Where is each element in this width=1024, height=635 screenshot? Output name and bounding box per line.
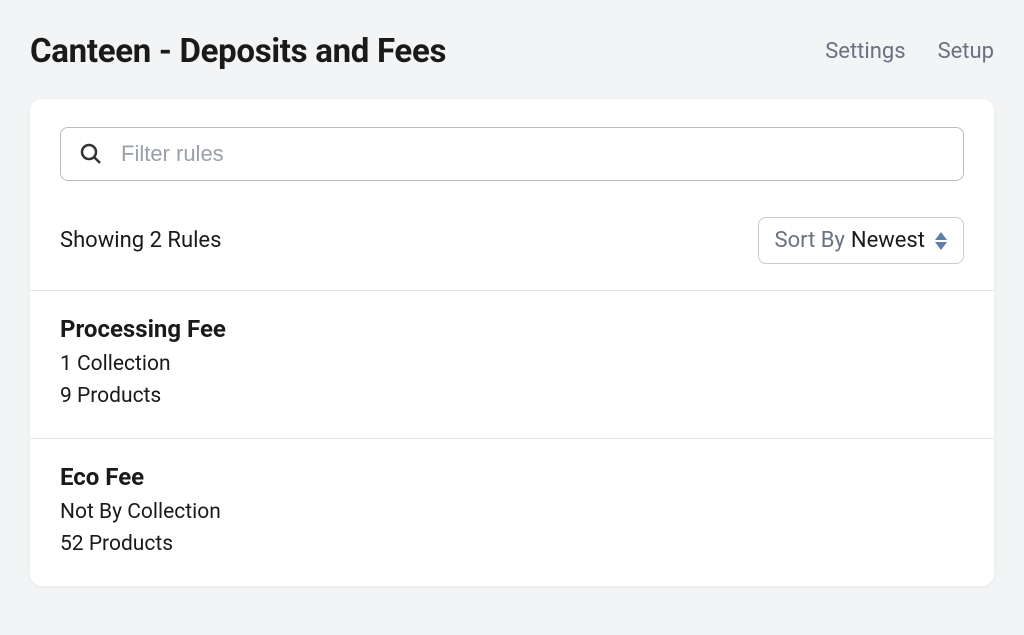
rule-products-count: 9 Products	[60, 381, 964, 413]
rules-card: Showing 2 Rules Sort By Newest Processin…	[30, 99, 994, 586]
rule-item[interactable]: Eco Fee Not By Collection 52 Products	[30, 438, 994, 586]
rule-title: Eco Fee	[60, 463, 964, 491]
header-actions: Settings Setup	[825, 39, 994, 64]
setup-link[interactable]: Setup	[938, 39, 994, 64]
rule-collection-count: Not By Collection	[60, 497, 964, 529]
rule-products-count: 52 Products	[60, 529, 964, 561]
settings-link[interactable]: Settings	[825, 39, 905, 64]
search-icon	[79, 142, 103, 166]
rule-title: Processing Fee	[60, 315, 964, 343]
sort-value: Newest	[851, 228, 925, 253]
sort-arrows-icon	[935, 232, 947, 250]
rule-collection-count: 1 Collection	[60, 349, 964, 381]
filter-input[interactable]	[121, 141, 945, 167]
sort-select[interactable]: Sort By Newest	[758, 217, 965, 264]
sort-label: Sort By	[775, 228, 845, 253]
search-section	[30, 99, 994, 199]
rule-item[interactable]: Processing Fee 1 Collection 9 Products	[30, 290, 994, 438]
status-row: Showing 2 Rules Sort By Newest	[30, 199, 994, 290]
rules-count-text: Showing 2 Rules	[60, 228, 221, 253]
page-title: Canteen - Deposits and Fees	[30, 32, 446, 71]
page-header: Canteen - Deposits and Fees Settings Set…	[0, 0, 1024, 99]
search-box[interactable]	[60, 127, 964, 181]
